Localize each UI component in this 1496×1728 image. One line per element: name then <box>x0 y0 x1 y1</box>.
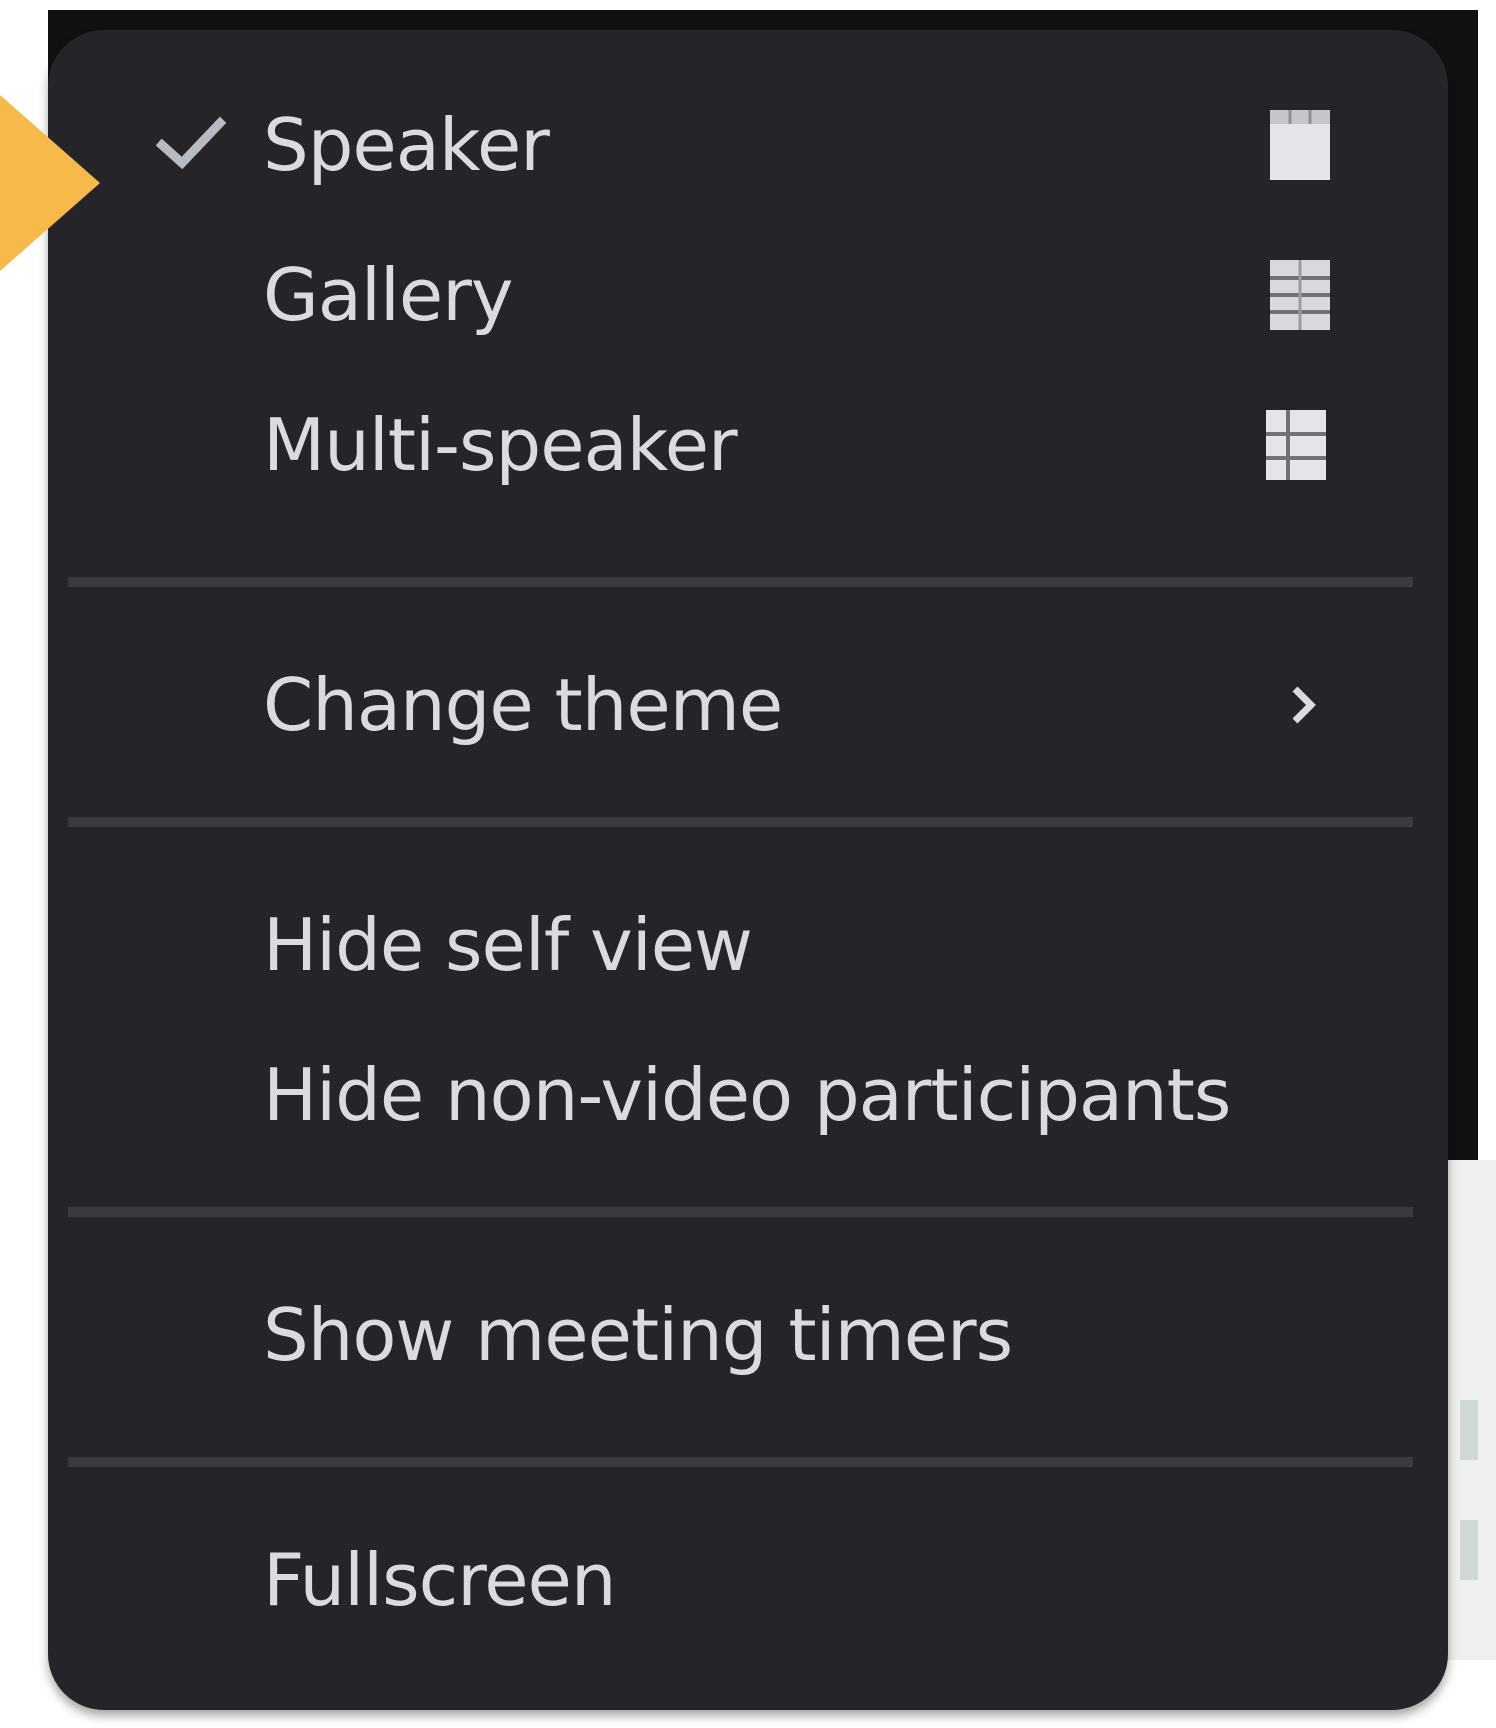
menu-item-label: Hide self view <box>263 903 753 987</box>
view-options-menu: Speaker Gallery Multi-speaker Change the… <box>48 30 1448 1710</box>
menu-item-gallery[interactable]: Gallery <box>48 225 1448 365</box>
menu-item-label: Multi-speaker <box>263 403 738 487</box>
app-background-edge <box>1440 1160 1496 1660</box>
menu-divider <box>68 1207 1413 1217</box>
menu-divider <box>68 817 1413 827</box>
menu-item-label: Show meeting timers <box>263 1293 1013 1377</box>
background-strip <box>1460 1400 1478 1460</box>
checkmark-icon <box>156 116 226 170</box>
menu-item-multi-speaker[interactable]: Multi-speaker <box>48 375 1448 515</box>
chevron-right-icon <box>1292 686 1316 724</box>
menu-item-fullscreen[interactable]: Fullscreen <box>48 1510 1448 1650</box>
menu-item-label: Fullscreen <box>263 1538 616 1622</box>
multi-speaker-layout-icon <box>1266 410 1326 480</box>
menu-divider <box>68 1457 1413 1467</box>
menu-divider <box>68 577 1413 587</box>
annotation-arrow-icon <box>0 95 100 271</box>
menu-item-hide-non-video-participants[interactable]: Hide non-video participants <box>48 1025 1448 1165</box>
gallery-layout-icon <box>1270 260 1330 330</box>
menu-item-label: Gallery <box>263 253 513 337</box>
menu-item-change-theme[interactable]: Change theme <box>48 635 1448 775</box>
menu-item-label: Hide non-video participants <box>263 1053 1231 1137</box>
menu-item-show-meeting-timers[interactable]: Show meeting timers <box>48 1265 1448 1405</box>
menu-item-hide-self-view[interactable]: Hide self view <box>48 875 1448 1015</box>
menu-item-label: Speaker <box>263 103 550 187</box>
menu-item-speaker[interactable]: Speaker <box>48 75 1448 215</box>
menu-item-label: Change theme <box>263 663 783 747</box>
screen: Speaker Gallery Multi-speaker Change the… <box>0 0 1496 1728</box>
background-strip <box>1460 1520 1478 1580</box>
speaker-layout-icon <box>1270 110 1330 180</box>
